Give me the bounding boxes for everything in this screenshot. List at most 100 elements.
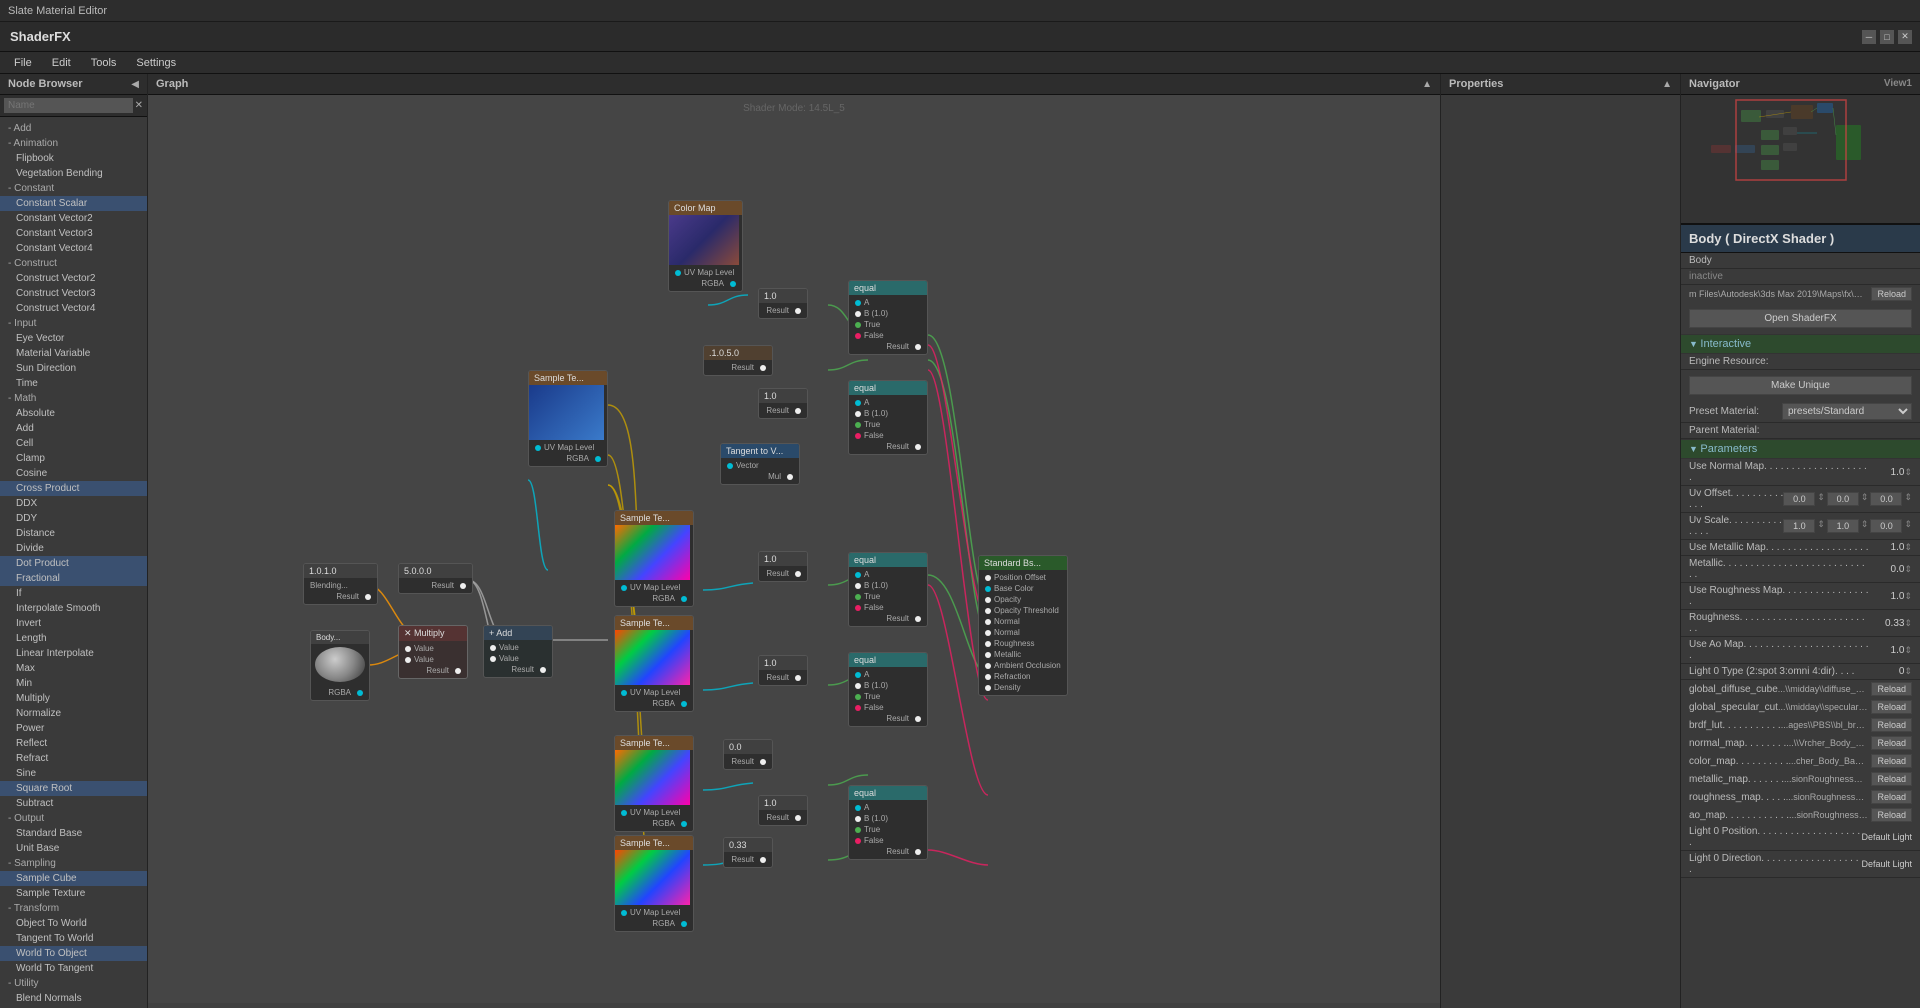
node-flipbook[interactable]: Flipbook (0, 151, 147, 166)
node-material-variable[interactable]: Material Variable (0, 346, 147, 361)
menu-edit[interactable]: Edit (42, 55, 81, 71)
search-input[interactable] (4, 98, 133, 113)
scalar-node-6[interactable]: 0.33 Result (723, 837, 773, 868)
node-reflect[interactable]: Reflect (0, 736, 147, 751)
open-shaderfx-button[interactable]: Open ShaderFX (1689, 309, 1912, 328)
node-constant-scalar[interactable]: Constant Scalar (0, 196, 147, 211)
add-node[interactable]: + Add Value Value Result (483, 625, 553, 678)
node-fractional[interactable]: Fractional (0, 571, 147, 586)
tangent-v-node[interactable]: Tangent to V... Vector Mul (720, 443, 800, 485)
node-sample-texture[interactable]: Sample Texture (0, 886, 147, 901)
node-length[interactable]: Length (0, 631, 147, 646)
node-sample-tex-2[interactable]: Sample Te... UV Map Level RGBA (528, 370, 608, 467)
metallic-arrow[interactable]: ⇕ (1904, 564, 1912, 575)
node-constant-vector2[interactable]: Constant Vector2 (0, 211, 147, 226)
brdf-lut-reload[interactable]: Reload (1871, 718, 1912, 732)
node-normalize[interactable]: Normalize (0, 706, 147, 721)
maximize-button[interactable]: □ (1880, 30, 1894, 44)
node-divide[interactable]: Divide (0, 541, 147, 556)
uv-scale-x-arrow[interactable]: ⇕ (1817, 519, 1825, 533)
node-constant-vector4[interactable]: Constant Vector4 (0, 241, 147, 256)
node-sine[interactable]: Sine (0, 766, 147, 781)
node-world-to-object[interactable]: World To Object (0, 946, 147, 961)
node-time[interactable]: Time (0, 376, 147, 391)
uv-scale-x[interactable] (1783, 519, 1815, 533)
scalar-node-1[interactable]: 1.0 Result (758, 288, 808, 319)
group-transform-label[interactable]: - Transform (0, 901, 147, 916)
graph-canvas[interactable]: Shader Mode: 14.5L_5 (148, 95, 1440, 1003)
group-construct-label[interactable]: - Construct (0, 256, 147, 271)
node-max[interactable]: Max (0, 661, 147, 676)
node-5000[interactable]: 5.0.0.0 Result (398, 563, 473, 594)
light-type-arrow[interactable]: ⇕ (1904, 666, 1912, 677)
node-subtract[interactable]: Subtract (0, 796, 147, 811)
group-animation-label[interactable]: - Animation (0, 136, 147, 151)
node-blend-normals[interactable]: Blend Normals (0, 991, 147, 1006)
menu-settings[interactable]: Settings (126, 55, 186, 71)
node-eye-vector[interactable]: Eye Vector (0, 331, 147, 346)
node-tangent-to-world[interactable]: Tangent To World (0, 931, 147, 946)
node-ddy[interactable]: DDY (0, 511, 147, 526)
node-add[interactable]: Add (0, 421, 147, 436)
group-input-label[interactable]: - Input (0, 316, 147, 331)
sphere-node[interactable]: Body... RGBA (310, 630, 370, 701)
node-distance[interactable]: Distance (0, 526, 147, 541)
node-invert[interactable]: Invert (0, 616, 147, 631)
node-cosine[interactable]: Cosine (0, 466, 147, 481)
menu-file[interactable]: File (4, 55, 42, 71)
node-construct-vector4[interactable]: Construct Vector4 (0, 301, 147, 316)
node-cell[interactable]: Cell (0, 436, 147, 451)
interactive-section[interactable]: Interactive (1681, 334, 1920, 354)
close-button[interactable]: ✕ (1898, 30, 1912, 44)
uv-offset-x-arrow[interactable]: ⇕ (1817, 492, 1825, 506)
navigator-mini[interactable] (1681, 95, 1920, 225)
node-sample-tex-6[interactable]: Sample Te... UV Map Level RGBA (614, 835, 694, 932)
global-specular-reload[interactable]: Reload (1871, 700, 1912, 714)
const-scalar-node[interactable]: .1.0.5.0 Result (703, 345, 773, 376)
menu-tools[interactable]: Tools (81, 55, 127, 71)
collapse-node-browser-button[interactable]: ◀ (131, 79, 139, 90)
minimize-button[interactable]: ─ (1862, 30, 1876, 44)
node-sun-direction[interactable]: Sun Direction (0, 361, 147, 376)
node-clamp[interactable]: Clamp (0, 451, 147, 466)
uv-offset-x[interactable] (1783, 492, 1815, 506)
collapse-graph-button[interactable]: ▲ (1422, 79, 1432, 90)
node-sample-tex-5[interactable]: Sample Te... UV Map Level RGBA (614, 735, 694, 832)
group-utility-label[interactable]: - Utility (0, 976, 147, 991)
global-diffuse-reload[interactable]: Reload (1871, 682, 1912, 696)
roughness-map-reload[interactable]: Reload (1871, 790, 1912, 804)
node-1010[interactable]: 1.0.1.0 Blending... Result (303, 563, 378, 605)
use-roughness-map-arrow[interactable]: ⇕ (1904, 591, 1912, 602)
node-refract[interactable]: Refract (0, 751, 147, 766)
node-min[interactable]: Min (0, 676, 147, 691)
search-x-icon[interactable]: ✕ (135, 100, 143, 111)
preset-material-select[interactable]: presets/Standard (1782, 403, 1912, 420)
reload-button-main[interactable]: Reload (1871, 287, 1912, 301)
scalar-node-4[interactable]: 1.0 Result (758, 655, 808, 686)
uv-scale-y[interactable] (1827, 519, 1859, 533)
parameters-section[interactable]: Parameters (1681, 439, 1920, 459)
collapse-properties-button[interactable]: ▲ (1662, 79, 1672, 90)
node-sample-tex-3[interactable]: Sample Te... UV Map Level RGBA (614, 510, 694, 607)
standard-bs-node[interactable]: Standard Bs... Position Offset Base Colo… (978, 555, 1068, 696)
use-metallic-map-arrow[interactable]: ⇕ (1904, 542, 1912, 553)
node-unit-base[interactable]: Unit Base (0, 841, 147, 856)
uv-offset-z[interactable] (1870, 492, 1902, 506)
use-normal-map-arrow[interactable]: ⇕ (1904, 467, 1912, 478)
scalar-node-3[interactable]: 1.0 Result (758, 551, 808, 582)
equal-node-3[interactable]: equal A B (1.0) True False Result (848, 552, 928, 627)
node-square-root[interactable]: Square Root (0, 781, 147, 796)
node-multiply[interactable]: Multiply (0, 691, 147, 706)
node-interpolate-smooth[interactable]: Interpolate Smooth (0, 601, 147, 616)
node-power[interactable]: Power (0, 721, 147, 736)
group-constant-label[interactable]: - Constant (0, 181, 147, 196)
node-standard-base[interactable]: Standard Base (0, 826, 147, 841)
group-add-label[interactable]: - Add (0, 121, 147, 136)
node-object-to-world[interactable]: Object To World (0, 916, 147, 931)
group-math-label[interactable]: - Math (0, 391, 147, 406)
equal-node-2[interactable]: equal A B (1.0) True False Result (848, 380, 928, 455)
make-unique-button[interactable]: Make Unique (1689, 376, 1912, 395)
node-absolute[interactable]: Absolute (0, 406, 147, 421)
roughness-arrow[interactable]: ⇕ (1904, 618, 1912, 629)
normal-map-reload[interactable]: Reload (1871, 736, 1912, 750)
